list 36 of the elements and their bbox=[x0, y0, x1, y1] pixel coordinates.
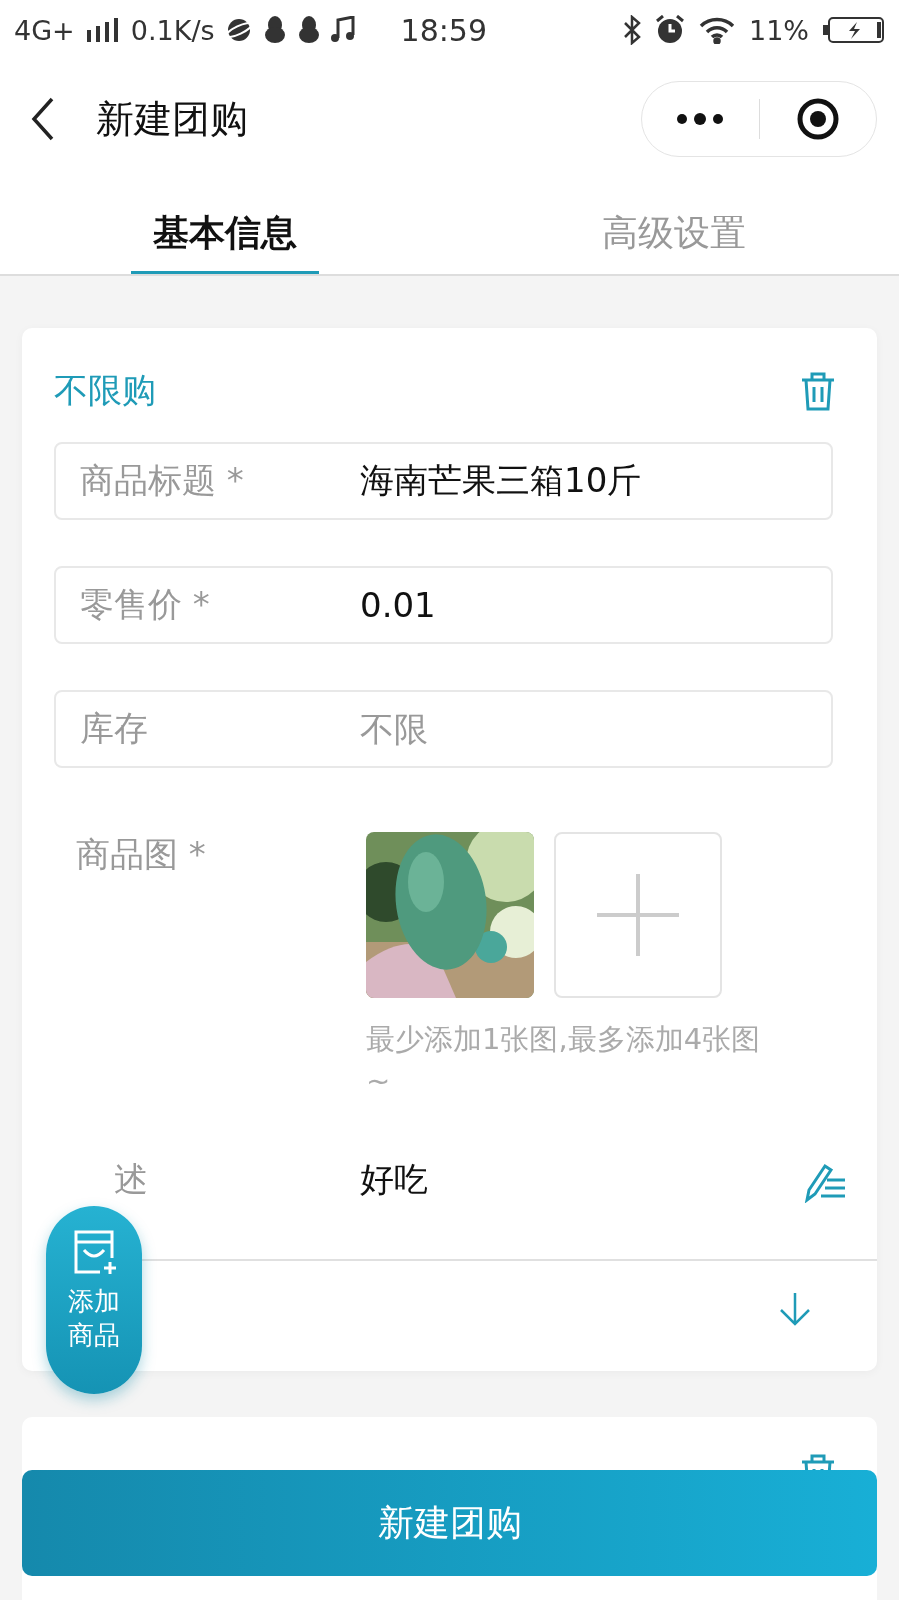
back-icon bbox=[30, 97, 56, 141]
field-label: 述 bbox=[114, 1159, 148, 1199]
field-label: 库存 bbox=[80, 707, 149, 750]
field-label: 商品图 * bbox=[76, 833, 207, 876]
alarm-icon bbox=[655, 15, 685, 45]
input-field[interactable]: 海南芒果三箱10斤 bbox=[360, 461, 807, 501]
form-field[interactable]: 零售价 * 0.01 bbox=[54, 566, 833, 644]
field-label: 零售价 * bbox=[80, 583, 211, 626]
wifi-icon bbox=[699, 16, 735, 44]
network-speed: 0.1K/s bbox=[130, 14, 215, 46]
clock-time: 18:59 bbox=[400, 12, 487, 48]
field-value: 好吃 bbox=[360, 1158, 429, 1201]
battery-charging-icon bbox=[823, 17, 885, 43]
network-type: 4G+ bbox=[14, 14, 75, 46]
field-label: 商品标题 * bbox=[80, 459, 245, 502]
more-icon bbox=[676, 113, 725, 125]
plus-icon bbox=[597, 874, 679, 956]
battery-percent: 11% bbox=[749, 14, 809, 46]
target-icon bbox=[795, 97, 840, 141]
close-button[interactable] bbox=[795, 97, 840, 141]
tab[interactable]: 基本信息 bbox=[130, 178, 319, 274]
limit-label: 不限购 bbox=[54, 369, 156, 412]
more-button[interactable] bbox=[676, 113, 725, 125]
upload-hint: 最少添加1张图,最多添加4张图~ bbox=[366, 1021, 762, 1100]
signal-icon bbox=[84, 18, 121, 42]
music-note-icon bbox=[330, 16, 355, 44]
expand-button[interactable] bbox=[777, 1291, 813, 1327]
page-title: 新建团购 bbox=[96, 95, 249, 143]
back-button[interactable] bbox=[30, 97, 56, 141]
form-field[interactable]: 商品标题 * 海南芒果三箱10斤 bbox=[54, 442, 833, 520]
bluetooth-icon bbox=[623, 15, 641, 45]
trash-icon bbox=[799, 371, 837, 411]
down-arrow-icon bbox=[777, 1291, 813, 1327]
input-field[interactable]: 0.01 bbox=[360, 585, 807, 625]
input-field[interactable]: 不限 bbox=[360, 709, 807, 749]
delete-button[interactable] bbox=[799, 371, 837, 411]
